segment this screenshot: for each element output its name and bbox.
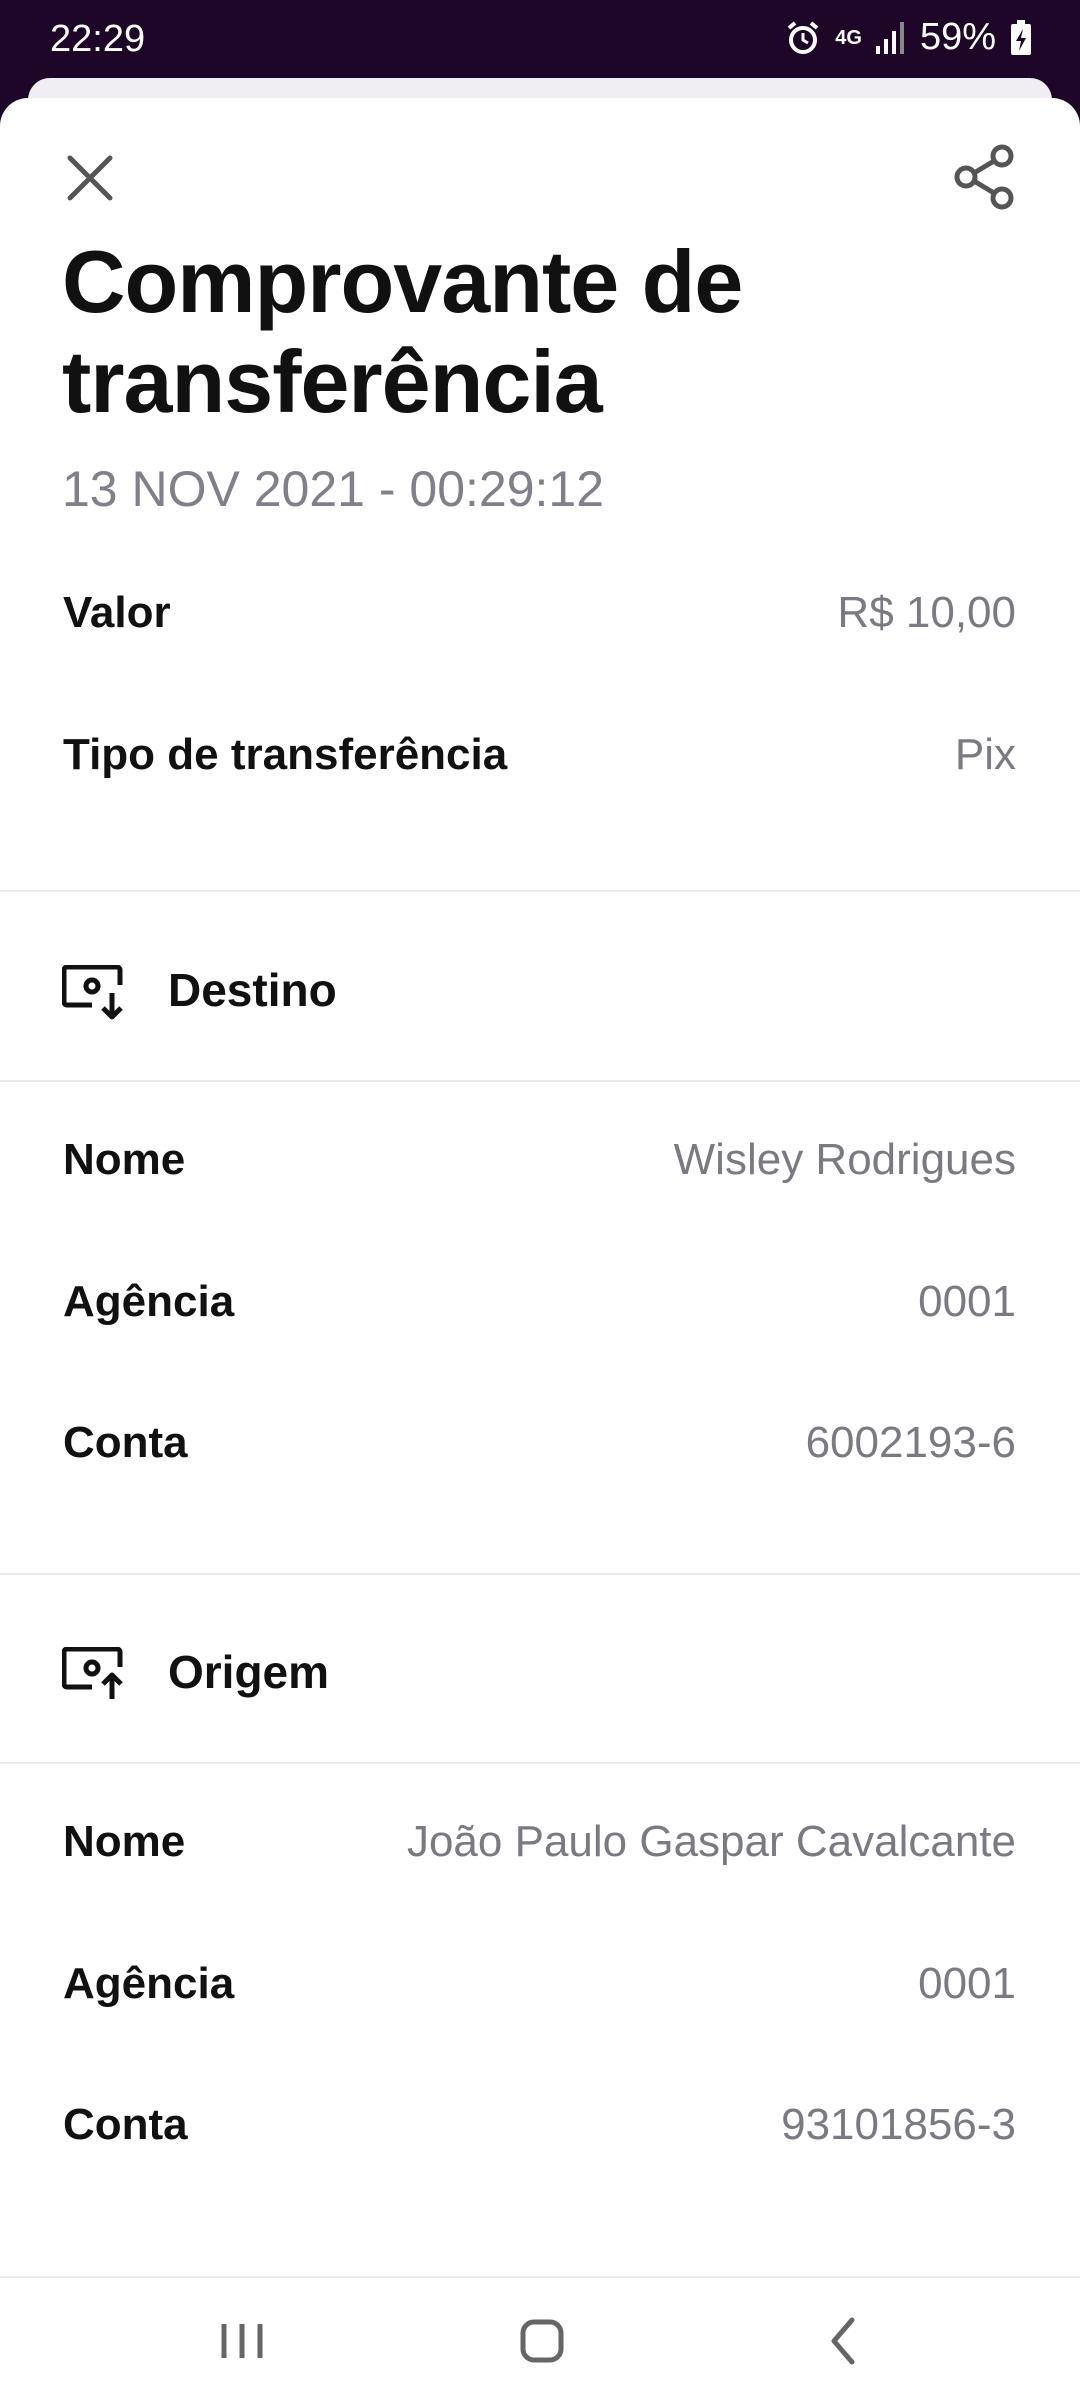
transfer-type-label: Tipo de transferência [63, 730, 508, 779]
alarm-icon [787, 20, 819, 54]
destination-agency-label: Agência [63, 1277, 235, 1326]
status-bar: 22:29 4G 59% [0, 0, 1080, 80]
divider [0, 1573, 1080, 1575]
share-icon [954, 144, 1014, 210]
transfer-date: 13 NOV 2021 - 00:29:12 [62, 461, 605, 517]
destination-agency-value: 0001 [918, 1277, 1016, 1326]
value-amount: R$ 10,00 [837, 588, 1016, 637]
origin-name-value: João Paulo Gaspar Cavalcante [406, 1817, 1016, 1866]
money-send-icon [62, 1647, 123, 1699]
divider [0, 1080, 1080, 1082]
origin-agency-value: 0001 [918, 1959, 1016, 2008]
page-title: Comprovante de transferência [62, 232, 743, 431]
home-button[interactable] [502, 2306, 582, 2376]
recent-apps-icon [221, 2324, 263, 2358]
origin-agency-label: Agência [63, 1959, 235, 2008]
origin-name-label: Nome [63, 1817, 186, 1866]
close-icon [67, 155, 113, 201]
divider [0, 1762, 1080, 1764]
battery-percent: 59% [919, 16, 996, 58]
status-icons: 4G 59% [785, 16, 1032, 59]
divider [0, 890, 1080, 892]
status-time: 22:29 [50, 18, 146, 60]
recent-apps-button[interactable] [202, 2306, 282, 2376]
receipt-sheet [0, 98, 1080, 2400]
value-label: Valor [63, 588, 171, 637]
close-button[interactable] [60, 148, 120, 208]
battery-charging-icon [1011, 19, 1031, 55]
share-button[interactable] [950, 142, 1020, 212]
money-receive-icon [62, 965, 123, 1020]
origin-account-value: 93101856-3 [781, 2100, 1016, 2149]
transfer-type-value: Pix [954, 730, 1016, 779]
destination-name-value: Wisley Rodrigues [673, 1135, 1016, 1184]
back-button[interactable] [804, 2306, 884, 2376]
destination-name-label: Nome [63, 1135, 186, 1184]
destination-account-value: 6002193-6 [805, 1418, 1016, 1467]
network-4g-icon: 4G [835, 26, 862, 49]
back-icon [831, 2317, 855, 2365]
destination-section-header: Destino [0, 935, 1080, 1045]
divider [0, 2276, 1080, 2278]
signal-icon [875, 21, 904, 54]
destination-account-label: Conta [63, 1418, 188, 1467]
destination-title: Destino [168, 964, 337, 1016]
system-nav-bar [0, 2276, 1080, 2400]
origin-section-header: Origem [0, 1617, 1080, 1727]
home-icon [520, 2319, 564, 2363]
origin-account-label: Conta [63, 2100, 188, 2149]
origin-title: Origem [168, 1646, 330, 1698]
